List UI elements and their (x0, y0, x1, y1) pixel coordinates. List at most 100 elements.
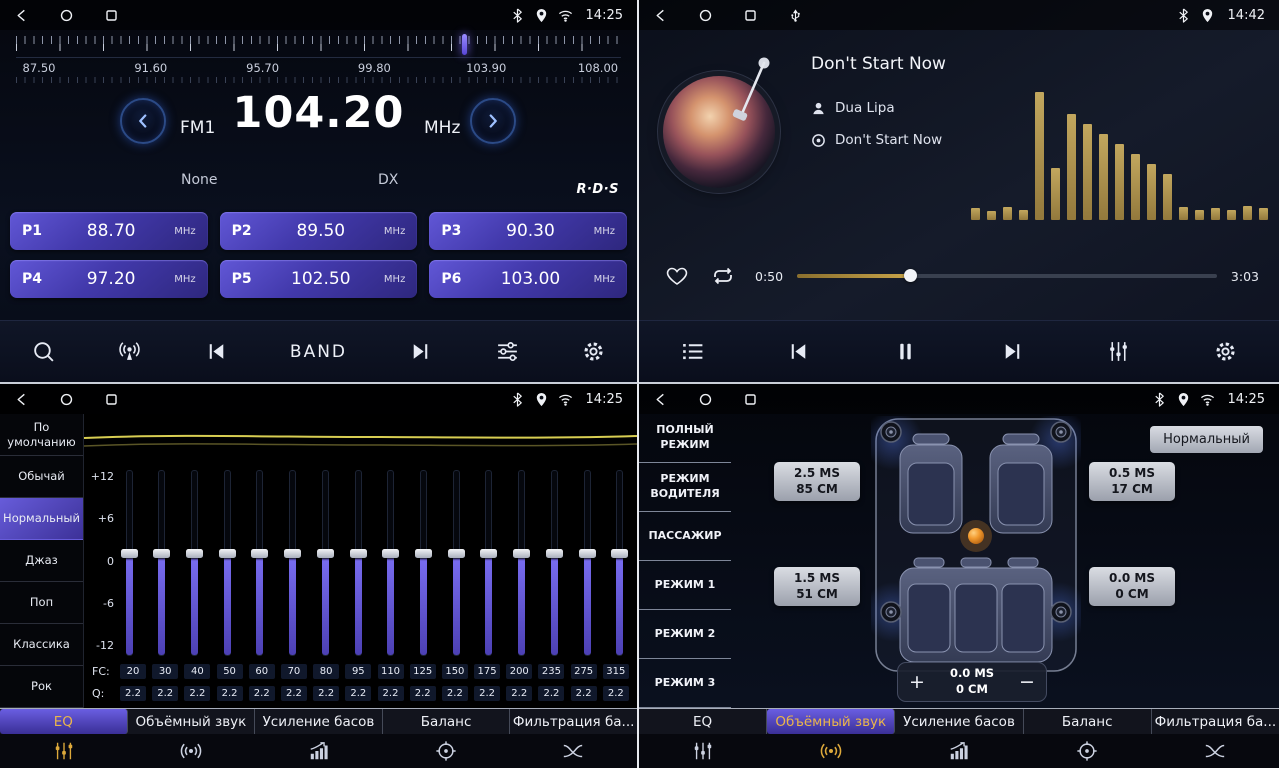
tab-icon-bass[interactable] (895, 734, 1023, 768)
sound-tab-3[interactable]: Баланс (1024, 709, 1152, 734)
eq-slider-handle[interactable] (382, 549, 399, 558)
sound-tab-3[interactable]: Баланс (383, 709, 511, 734)
sound-tab-1[interactable]: Объёмный звук (767, 709, 895, 734)
eq-slider-handle[interactable] (219, 549, 236, 558)
eq-band-slider-80[interactable] (316, 470, 334, 656)
delay-rear-right[interactable]: 0.0 MS 0 CM (1089, 567, 1175, 606)
back-icon[interactable] (14, 392, 29, 407)
playlist-button[interactable] (680, 339, 705, 364)
delay-rear-left[interactable]: 1.5 MS 51 CM (774, 567, 860, 606)
delay-decrease-button[interactable]: − (1008, 671, 1046, 693)
eq-band-slider-30[interactable] (153, 470, 171, 656)
surround-mode-0[interactable]: ПОЛНЫЙ РЕЖИМ (639, 414, 731, 463)
tab-icon-eq[interactable] (0, 734, 127, 768)
band-button[interactable]: BAND (290, 342, 347, 362)
eq-preset-2[interactable]: Нормальный (0, 498, 83, 540)
progress-knob[interactable] (904, 269, 917, 282)
eq-preset-4[interactable]: Поп (0, 582, 83, 624)
preset-P1[interactable]: P1 88.70 MHz (10, 212, 208, 250)
tab-icon-eq[interactable] (639, 734, 767, 768)
preset-P5[interactable]: P5 102.50 MHz (220, 260, 418, 298)
tab-icon-surround[interactable] (767, 734, 895, 768)
tab-icon-filter[interactable] (510, 734, 637, 768)
favorite-button[interactable] (665, 264, 689, 288)
preset-P3[interactable]: P3 90.30 MHz (429, 212, 627, 250)
eq-preset-3[interactable]: Джаз (0, 540, 83, 582)
next-station-button[interactable] (408, 339, 433, 364)
recents-icon[interactable] (743, 8, 758, 23)
eq-slider-handle[interactable] (350, 549, 367, 558)
eq-slider-handle[interactable] (513, 549, 530, 558)
eq-preset-5[interactable]: Классика (0, 624, 83, 666)
tone-settings-button[interactable] (495, 339, 520, 364)
sound-tab-4[interactable]: Фильтрация ба... (510, 709, 637, 734)
next-track-button[interactable] (1000, 339, 1025, 364)
delay-front-left[interactable]: 2.5 MS 85 CM (774, 462, 860, 501)
sound-tab-2[interactable]: Усиление басов (255, 709, 383, 734)
eq-band-slider-125[interactable] (414, 470, 432, 656)
sound-tab-0[interactable]: EQ (639, 709, 767, 734)
sound-tab-0[interactable]: EQ (0, 709, 128, 734)
eq-slider-handle[interactable] (448, 549, 465, 558)
prev-station-button[interactable] (204, 339, 229, 364)
tab-icon-bass[interactable] (255, 734, 382, 768)
recents-icon[interactable] (743, 392, 758, 407)
eq-band-slider-315[interactable] (611, 470, 629, 656)
eq-band-slider-60[interactable] (251, 470, 269, 656)
surround-mode-1[interactable]: РЕЖИМ ВОДИТЕЛЯ (639, 463, 731, 512)
eq-band-slider-175[interactable] (480, 470, 498, 656)
eq-slider-handle[interactable] (251, 549, 268, 558)
profile-button[interactable]: Нормальный (1150, 426, 1263, 453)
scan-button[interactable] (31, 339, 56, 364)
eq-preset-6[interactable]: Рок (0, 666, 83, 708)
surround-mode-3[interactable]: РЕЖИМ 1 (639, 561, 731, 610)
eq-slider-handle[interactable] (579, 549, 596, 558)
delay-increase-button[interactable]: + (898, 671, 936, 693)
frequency-pointer[interactable] (462, 34, 467, 55)
surround-mode-2[interactable]: ПАССАЖИР (639, 512, 731, 561)
recents-icon[interactable] (104, 392, 119, 407)
settings-button[interactable] (581, 339, 606, 364)
eq-slider-handle[interactable] (317, 549, 334, 558)
eq-slider-handle[interactable] (415, 549, 432, 558)
recents-icon[interactable] (104, 8, 119, 23)
repeat-button[interactable] (711, 264, 735, 288)
sound-tab-2[interactable]: Усиление басов (895, 709, 1023, 734)
eq-preset-0[interactable]: По умолчанию (0, 414, 83, 456)
surround-mode-5[interactable]: РЕЖИМ 3 (639, 659, 731, 708)
eq-slider-handle[interactable] (153, 549, 170, 558)
mixer-button[interactable] (1106, 339, 1131, 364)
back-icon[interactable] (14, 8, 29, 23)
preset-P2[interactable]: P2 89.50 MHz (220, 212, 418, 250)
frequency-ruler[interactable] (16, 36, 621, 58)
eq-band-slider-275[interactable] (578, 470, 596, 656)
eq-slider-handle[interactable] (284, 549, 301, 558)
tab-icon-balance[interactable] (1023, 734, 1151, 768)
eq-band-slider-50[interactable] (218, 470, 236, 656)
progress-slider[interactable] (797, 268, 1217, 284)
preset-P4[interactable]: P4 97.20 MHz (10, 260, 208, 298)
eq-slider-handle[interactable] (611, 549, 628, 558)
home-icon[interactable] (59, 392, 74, 407)
home-icon[interactable] (59, 8, 74, 23)
back-icon[interactable] (653, 392, 668, 407)
pause-button[interactable] (893, 339, 918, 364)
tab-icon-balance[interactable] (382, 734, 509, 768)
preset-P6[interactable]: P6 103.00 MHz (429, 260, 627, 298)
home-icon[interactable] (698, 392, 713, 407)
seek-up-button[interactable] (470, 98, 516, 144)
delay-front-right[interactable]: 0.5 MS 17 CM (1089, 462, 1175, 501)
tab-icon-surround[interactable] (127, 734, 254, 768)
eq-band-slider-95[interactable] (349, 470, 367, 656)
eq-slider-handle[interactable] (546, 549, 563, 558)
eq-band-slider-235[interactable] (545, 470, 563, 656)
back-icon[interactable] (653, 8, 668, 23)
eq-preset-1[interactable]: Обычай (0, 456, 83, 498)
tab-icon-filter[interactable] (1151, 734, 1279, 768)
eq-slider-handle[interactable] (121, 549, 138, 558)
home-icon[interactable] (698, 8, 713, 23)
eq-band-slider-200[interactable] (513, 470, 531, 656)
sound-tab-1[interactable]: Объёмный звук (128, 709, 256, 734)
surround-mode-4[interactable]: РЕЖИМ 2 (639, 610, 731, 659)
broadcast-button[interactable] (117, 339, 142, 364)
